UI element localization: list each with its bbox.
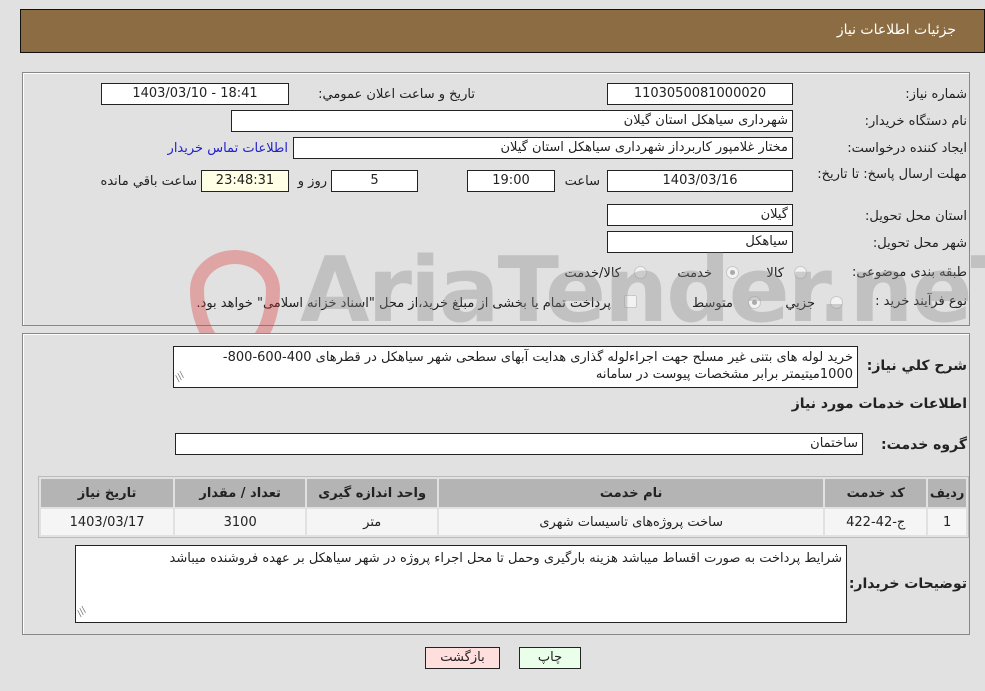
service-group-label: گروه خدمت: — [881, 437, 967, 453]
cell-service-code: ج-42-422 — [825, 509, 927, 535]
column-header-unit: واحد اندازه گیری — [307, 479, 438, 507]
column-header-row-number: ردیف — [928, 479, 966, 507]
buyer-notes-text: شرایط پرداخت به صورت اقساط میباشد هزینه … — [169, 551, 842, 566]
province-label: استان محل تحویل: — [865, 209, 967, 224]
buyer-org-label: نام دستگاه خریدار: — [864, 114, 967, 129]
deadline-label: مهلت ارسال پاسخ: تا تاریخ: — [817, 167, 967, 182]
services-section-title: اطلاعات خدمات مورد نیاز — [791, 396, 967, 412]
need-number-label: شماره نیاز: — [905, 87, 967, 102]
process-radio-minor[interactable] — [830, 296, 843, 309]
resize-grip-icon[interactable]: /// — [76, 603, 92, 621]
print-button[interactable]: چاپ — [519, 647, 581, 669]
cell-quantity: 3100 — [175, 509, 306, 535]
page-header: جزئیات اطلاعات نیاز — [20, 9, 985, 53]
category-radio-service[interactable] — [726, 266, 739, 279]
province-field[interactable]: گیلان — [607, 204, 793, 226]
process-option-minor: جزیي — [785, 296, 815, 311]
cell-need-date: 1403/03/17 — [41, 509, 174, 535]
back-button[interactable]: بازگشت — [425, 647, 500, 669]
need-number-field[interactable]: 1103050081000020 — [607, 83, 793, 105]
process-option-medium: متوسط — [692, 296, 733, 311]
cell-service-name: ساخت پروژه‌های تاسیسات شهری — [439, 509, 824, 535]
column-header-need-date: تاریخ نیاز — [41, 479, 174, 507]
description-textarea[interactable]: خرید لوله های بتنی غیر مسلح جهت اجراءلول… — [173, 346, 858, 388]
process-label: نوع فرآیند خرید : — [875, 294, 967, 309]
page-title: جزئیات اطلاعات نیاز — [836, 22, 956, 38]
description-text: خرید لوله های بتنی غیر مسلح جهت اجراءلول… — [222, 350, 853, 382]
deadline-time-label: ساعت — [564, 174, 600, 189]
category-option-goods-service: کالا/خدمت — [564, 266, 621, 281]
process-radio-medium[interactable] — [748, 296, 761, 309]
cell-row-number: 1 — [928, 509, 966, 535]
cell-unit: متر — [307, 509, 438, 535]
category-label: طبقه بندی موضوعی: — [851, 265, 967, 280]
category-radio-goods-service[interactable] — [634, 266, 647, 279]
service-group-field[interactable]: ساختمان — [175, 433, 863, 455]
creator-field[interactable]: مختار غلامپور کاربرداز شهرداری سیاهکل اس… — [293, 137, 793, 159]
buyer-contact-link[interactable]: اطلاعات تماس خریدار — [168, 141, 288, 156]
treasury-note: پرداخت تمام یا بخشی از مبلغ خرید،از محل … — [196, 296, 611, 311]
days-label: روز و — [297, 174, 327, 189]
remaining-time-field: 23:48:31 — [201, 170, 289, 192]
table-row: 1 ج-42-422 ساخت پروژه‌های تاسیسات شهری م… — [41, 509, 966, 535]
city-label: شهر محل تحویل: — [872, 236, 967, 251]
creator-label: ایجاد کننده درخواست: — [847, 141, 967, 156]
column-header-service-code: کد خدمت — [825, 479, 927, 507]
category-option-goods: کالا — [766, 266, 784, 281]
column-header-service-name: نام خدمت — [439, 479, 824, 507]
category-radio-goods[interactable] — [794, 266, 807, 279]
deadline-time-field[interactable]: 19:00 — [467, 170, 555, 192]
city-field[interactable]: سیاهکل — [607, 231, 793, 253]
buyer-notes-label: توضیحات خریدار: — [848, 576, 967, 592]
description-label: شرح کلي نیاز: — [866, 358, 967, 374]
remaining-label: ساعت باقي مانده — [100, 174, 197, 189]
buyer-org-field[interactable]: شهرداری سیاهکل استان گیلان — [231, 110, 793, 132]
announce-label: تاریخ و ساعت اعلان عمومي: — [318, 87, 475, 102]
announce-field[interactable]: 1403/03/10 - 18:41 — [101, 83, 289, 105]
announce-value: 1403/03/10 - 18:41 — [132, 86, 258, 101]
buyer-notes-textarea[interactable]: شرایط پرداخت به صورت اقساط میباشد هزینه … — [75, 545, 847, 623]
resize-grip-icon[interactable]: /// — [174, 368, 190, 386]
category-option-service: خدمت — [677, 266, 712, 281]
services-table: ردیف کد خدمت نام خدمت واحد اندازه گیری ت… — [38, 476, 969, 538]
treasury-checkbox[interactable] — [624, 295, 637, 308]
deadline-date-field[interactable]: 1403/03/16 — [607, 170, 793, 192]
table-header-row: ردیف کد خدمت نام خدمت واحد اندازه گیری ت… — [41, 479, 966, 507]
days-field[interactable]: 5 — [331, 170, 418, 192]
column-header-quantity: تعداد / مقدار — [175, 479, 306, 507]
